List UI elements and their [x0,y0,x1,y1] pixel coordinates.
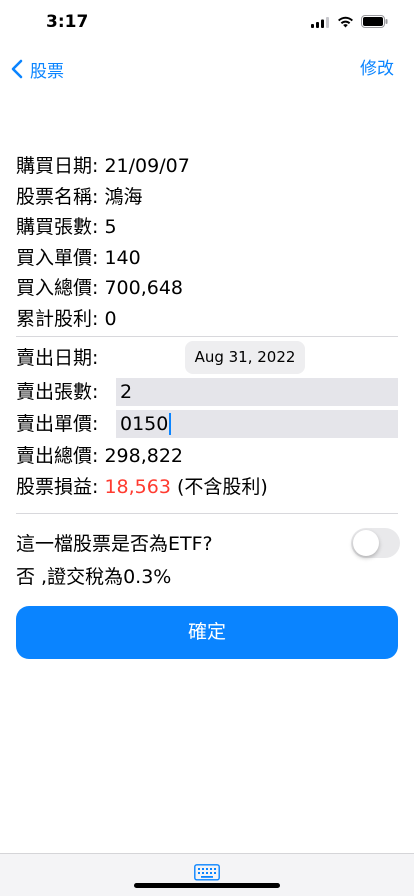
sale-date-picker[interactable]: Aug 31, 2022 [185,341,305,374]
sale-total-value: 298,822 [104,445,184,467]
status-bar: 3:17 [0,0,414,47]
chevron-left-icon [11,59,23,79]
signal-icon [311,17,329,28]
battery-icon [361,15,388,28]
back-label: 股票 [30,61,64,82]
back-button[interactable]: 股票 [10,55,64,83]
edit-button[interactable]: 修改 [360,55,394,83]
screen: 3:17 股票 修改 購買日期: 21/09/07 股票名稱: 鴻海 購買張數:… [0,0,414,896]
sale-date-label: 賣出日期: [16,347,99,369]
profit-value: 18,563 [104,476,171,498]
sale-price-label: 賣出單價: [16,413,99,435]
sale-date-row: 賣出日期: [16,342,98,374]
divider [16,513,398,514]
sale-price-value: 0150 [120,413,169,435]
dividend-row: 累計股利: 0 [16,303,117,335]
sale-shares-value: 2 [120,381,133,403]
sale-total-label: 賣出總價: [16,445,99,467]
confirm-button[interactable]: 確定 [16,606,398,659]
purchase-price-row: 買入單價: 140 [16,242,141,274]
keyboard-toolbar [0,853,414,896]
purchase-price-label: 買入單價: [16,247,99,269]
sale-shares-label: 賣出張數: [16,381,99,403]
sale-total-row: 賣出總價: 298,822 [16,440,183,472]
tax-note: 否 ,證交稅為0.3% [16,566,172,588]
etf-question: 這一檔股票是否為ETF? [16,533,213,555]
purchase-price-value: 140 [104,247,141,269]
status-time: 3:17 [46,12,89,32]
dividend-value: 0 [104,308,117,330]
sale-shares-input[interactable]: 2 [116,378,398,406]
profit-label: 股票損益: [16,476,99,498]
purchase-shares-label: 購買張數: [16,216,99,238]
stock-name-label: 股票名稱: [16,186,99,208]
stock-name-row: 股票名稱: 鴻海 [16,181,142,213]
purchase-date-row: 購買日期: 21/09/07 [16,150,190,182]
divider [16,336,398,337]
sale-shares-row: 賣出張數: [16,376,98,408]
toggle-knob [353,530,379,556]
sale-price-row: 賣出單價: [16,408,98,440]
stock-name-value: 鴻海 [104,186,143,208]
navigation-bar: 股票 修改 [0,47,414,91]
purchase-shares-value: 5 [104,216,117,238]
profit-row: 股票損益: 18,563 (不含股利) [16,471,268,503]
home-indicator [134,883,280,888]
purchase-total-label: 買入總價: [16,277,99,299]
purchase-date-value: 21/09/07 [104,155,190,177]
text-cursor [169,413,172,435]
purchase-shares-row: 購買張數: 5 [16,211,117,243]
purchase-total-value: 700,648 [104,277,184,299]
etf-toggle[interactable] [351,528,400,558]
purchase-total-row: 買入總價: 700,648 [16,272,183,304]
profit-note: (不含股利) [176,476,268,498]
purchase-date-label: 購買日期: [16,155,99,177]
keyboard-icon[interactable] [194,864,220,883]
dividend-label: 累計股利: [16,308,99,330]
sale-price-input[interactable]: 0150 [116,410,398,438]
wifi-icon [338,16,353,28]
